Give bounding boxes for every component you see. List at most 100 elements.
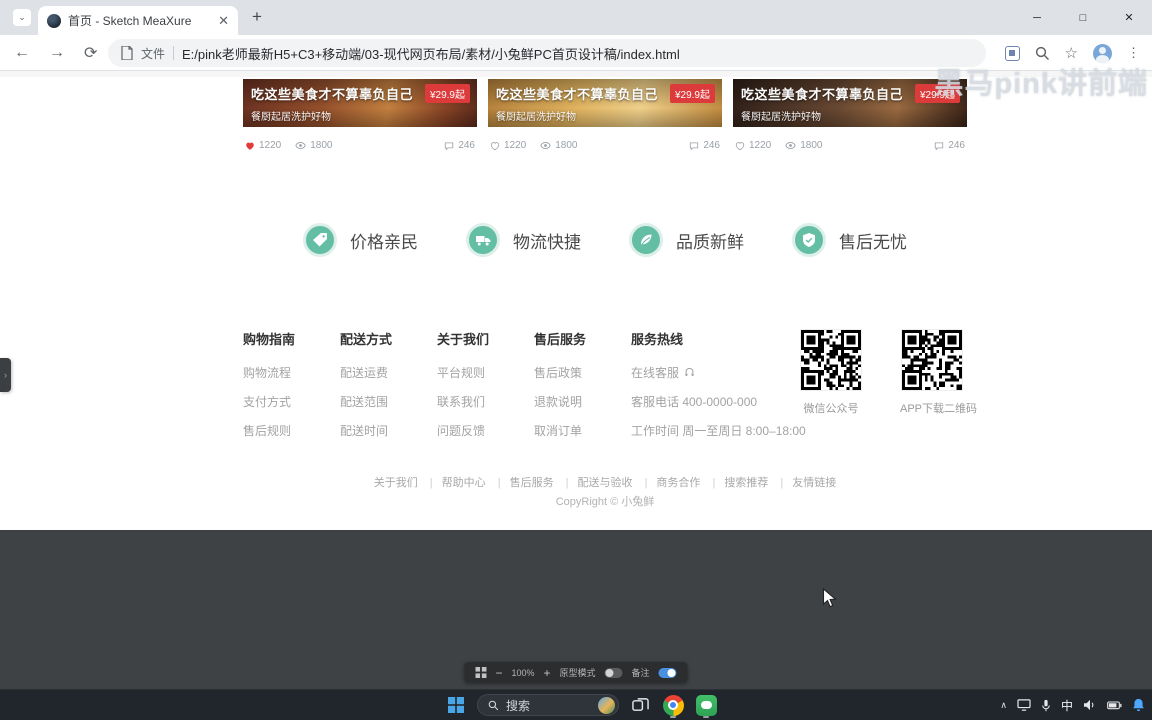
extension-icon[interactable] [1004, 45, 1020, 61]
minimize-button[interactable]: ─ [1014, 0, 1060, 35]
bottom-link[interactable]: 友情链接 [771, 477, 836, 489]
browser-toolbar: ← → ⟳ 文件 E:/pink老师最新H5+C3+移动端/03-现代网页布局/… [0, 35, 1152, 100]
chrome-taskbar-icon[interactable] [661, 692, 685, 718]
bookmark-star-icon[interactable]: ☆ [1065, 44, 1078, 62]
price-badge: ¥29.9起 [424, 84, 470, 103]
footer-link[interactable]: 购物流程 [243, 364, 331, 381]
likes-count: 1220 [504, 140, 527, 151]
footer-link[interactable]: 退款说明 [534, 393, 622, 410]
footer-column-title: 关于我们 [437, 332, 490, 347]
feature-label: 价格亲民 [350, 232, 418, 252]
footer-column-title: 售后服务 [534, 332, 587, 347]
feature-price: 价格亲民 [303, 223, 418, 257]
file-icon [121, 46, 133, 60]
ime-indicator[interactable]: 中 [1061, 697, 1073, 714]
address-bar[interactable]: 文件 E:/pink老师最新H5+C3+移动端/03-现代网页布局/素材/小兔鲜… [108, 39, 986, 67]
card-stats: 1220 1800 246 [243, 140, 477, 151]
footer-columns: 购物指南 购物流程 支付方式 售后规则 配送方式 配送运费 配送范围 配送时间 … [243, 329, 806, 451]
prototype-mode-toggle[interactable] [604, 667, 623, 678]
task-view-button[interactable] [628, 692, 652, 718]
comment-icon [690, 141, 699, 150]
product-card[interactable]: 吃这些美食才不算辜负自己 ¥29.9起 餐厨起居洗护好物 1220 1800 2… [733, 79, 967, 151]
notes-toggle[interactable] [658, 667, 677, 678]
footer-link[interactable]: 配送范围 [340, 393, 428, 410]
footer-link[interactable]: 平台规则 [437, 364, 525, 381]
comments-count: 246 [948, 140, 965, 151]
comments-count: 246 [703, 140, 720, 151]
feature-label: 物流快捷 [513, 232, 581, 252]
start-button[interactable] [444, 692, 468, 718]
tab-search-button[interactable]: ⌄ [13, 9, 31, 26]
product-subtitle: 餐厨起居洗护好物 [496, 112, 576, 123]
page-viewport: 吃这些美食才不算辜负自己 ¥29.9起 餐厨起居洗护好物 1220 1800 2… [0, 71, 1152, 689]
comments-count: 246 [458, 140, 475, 151]
product-title: 吃这些美食才不算辜负自己 [741, 87, 904, 102]
taskbar-search[interactable]: 搜索 [477, 694, 619, 716]
battery-icon[interactable] [1107, 700, 1122, 710]
footer-link-hours: 工作时间 周一至周日 8:00–18:00 [631, 424, 806, 438]
product-card[interactable]: 吃这些美食才不算辜负自己 ¥29.9起 餐厨起居洗护好物 1220 1800 2… [488, 79, 722, 151]
search-highlight-image[interactable] [598, 696, 615, 714]
product-image: 吃这些美食才不算辜负自己 ¥29.9起 餐厨起居洗护好物 [733, 79, 967, 127]
menu-icon[interactable]: ⋮ [1127, 45, 1140, 61]
product-card[interactable]: 吃这些美食才不算辜负自己 ¥29.9起 餐厨起居洗护好物 1220 1800 2… [243, 79, 477, 151]
bottom-link[interactable]: 配送与验收 [557, 477, 633, 489]
green-app-icon[interactable] [694, 692, 718, 718]
system-tray: ∧ 中 [1000, 690, 1145, 720]
notification-bell-icon[interactable] [1132, 698, 1145, 712]
views-count: 1800 [800, 140, 823, 151]
footer-column-title: 购物指南 [243, 332, 296, 347]
bottom-link[interactable]: 关于我们 [374, 477, 418, 489]
maximize-button[interactable]: □ [1060, 0, 1106, 35]
truck-icon [466, 223, 500, 257]
qr-label: 微信公众号 [803, 403, 859, 415]
zoom-out-button[interactable]: − [495, 667, 502, 679]
heart-icon[interactable] [735, 141, 745, 151]
profile-avatar[interactable] [1093, 43, 1112, 63]
web-page: 吃这些美食才不算辜负自己 ¥29.9起 餐厨起居洗护好物 1220 1800 2… [0, 71, 1152, 530]
nav-buttons: ← → ⟳ [14, 35, 97, 71]
monitor-icon[interactable] [1017, 699, 1031, 711]
zoom-in-button[interactable]: + [544, 667, 551, 679]
tab-close-icon[interactable]: ✕ [218, 13, 229, 29]
footer-link[interactable]: 配送时间 [340, 422, 428, 439]
footer-column-title: 配送方式 [340, 332, 393, 347]
price-badge: ¥29.9起 [669, 84, 715, 103]
grid-icon[interactable] [475, 667, 487, 678]
footer-link-online-service[interactable]: 在线客服 [631, 364, 806, 381]
viewer-toolbar: − 100% + 原型模式 备注 [464, 662, 688, 683]
sidebar-handle[interactable]: › [0, 358, 11, 392]
search-icon[interactable] [1035, 46, 1050, 61]
product-image: 吃这些美食才不算辜负自己 ¥29.9起 餐厨起居洗护好物 [488, 79, 722, 127]
browser-tab[interactable]: 首页 - Sketch MeaXure ✕ [38, 6, 238, 35]
bottom-link[interactable]: 售后服务 [489, 477, 554, 489]
footer-link[interactable]: 取消订单 [534, 422, 622, 439]
close-button[interactable]: ✕ [1106, 0, 1152, 35]
footer-link[interactable]: 问题反馈 [437, 422, 525, 439]
heart-icon[interactable] [245, 141, 255, 151]
app-qr-image [901, 329, 963, 391]
bottom-link[interactable]: 搜索推荐 [703, 477, 768, 489]
bottom-link[interactable]: 商务合作 [636, 477, 701, 489]
search-icon [488, 700, 499, 710]
microphone-icon[interactable] [1041, 699, 1051, 712]
footer-link[interactable]: 联系我们 [437, 393, 525, 410]
toolbar-icons: ☆ ⋮ [1004, 35, 1140, 71]
footer-link[interactable]: 支付方式 [243, 393, 331, 410]
footer-link[interactable]: 售后政策 [534, 364, 622, 381]
footer-link[interactable]: 售后规则 [243, 422, 331, 439]
comment-icon [445, 141, 454, 150]
footer-link[interactable]: 配送运费 [340, 364, 428, 381]
feature-freshness: 品质新鲜 [629, 223, 744, 257]
bottom-link[interactable]: 帮助中心 [421, 477, 486, 489]
footer-bottom-links: 关于我们 帮助中心 售后服务 配送与验收 商务合作 搜索推荐 友情链接 [243, 474, 967, 490]
hidden-icons-chevron[interactable]: ∧ [1000, 700, 1007, 711]
new-tab-button[interactable]: + [252, 7, 262, 27]
refresh-button[interactable]: ⟳ [84, 43, 97, 63]
headset-icon [685, 367, 694, 376]
heart-icon[interactable] [490, 141, 500, 151]
forward-button[interactable]: → [49, 44, 65, 62]
screen: ⌄ 首页 - Sketch MeaXure ✕ + ─ □ ✕ ← → ⟳ 文件… [0, 0, 1152, 720]
back-button[interactable]: ← [14, 44, 30, 62]
volume-icon[interactable] [1083, 699, 1097, 711]
